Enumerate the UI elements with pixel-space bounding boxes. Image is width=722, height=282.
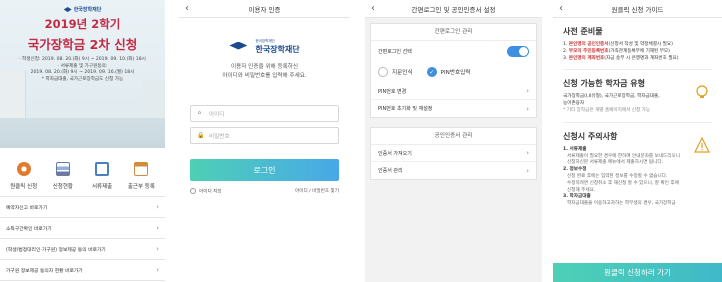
card-title: 공인인증서 관리 bbox=[371, 128, 536, 145]
quick-menu: 원클릭 신청 신청현황 서류제출 출근부 등록 bbox=[0, 148, 165, 197]
list-item[interactable]: 예약자신고 바로가기 › bbox=[0, 197, 165, 218]
card-title: 간편로그인 관리 bbox=[371, 24, 536, 41]
calendar-icon bbox=[134, 162, 149, 176]
warning-icon bbox=[694, 136, 710, 153]
banner-info-line: 2019. 08. 20.(화) 9시 ~ 2019. 09. 16.(월) 1… bbox=[30, 70, 135, 76]
pin-change-row[interactable]: PIN번호 변경 › bbox=[371, 83, 536, 100]
foundation-logo: 한국장학재단 한국장학재단 bbox=[190, 36, 339, 55]
id-placeholder: 아이디 bbox=[209, 111, 225, 118]
prerequisite-item: 1. 본인명의 공인인증서(신청서 작성 및 약정체결시 필요) bbox=[563, 42, 673, 47]
list-item[interactable]: 소득구간확인 바로가기 › bbox=[0, 218, 165, 239]
oneclick-apply-button[interactable]: 원클릭 신청하러 가기 bbox=[553, 263, 722, 282]
section-title: 사전 준비물 bbox=[563, 27, 603, 36]
foundation-logo: 한국장학재단 bbox=[0, 0, 165, 13]
graduation-cap-icon bbox=[229, 41, 248, 50]
page-title: 원클릭 신청 가이드 bbox=[611, 5, 664, 14]
list-item[interactable]: 가구원 정보제공 동의자 현황 바로가기 › bbox=[0, 260, 165, 281]
login-screen: ‹ 이용자 인증 한국장학재단 한국장학재단 이용자 인증을 위해 등록하신 아… bbox=[179, 0, 350, 282]
document-icon bbox=[95, 162, 110, 176]
ground-illustration bbox=[0, 118, 165, 148]
chevron-right-icon: › bbox=[156, 224, 159, 232]
cert-manage-row[interactable]: 인증서 관리 › bbox=[371, 162, 536, 179]
chevron-right-icon: › bbox=[156, 266, 159, 274]
simple-login-card: 간편로그인 관리 간편로그인 선택 지문인식 ✓ PIN번호입력 PIN번호 변경… bbox=[370, 23, 537, 118]
list-item[interactable]: (학생/법정대리인·가구원) 정보제공 동의 바로가기 › bbox=[0, 239, 165, 260]
password-placeholder: 비밀번호 bbox=[209, 133, 230, 140]
header: ‹ 원클릭 신청 가이드 bbox=[553, 0, 722, 18]
simple-login-select-label: 간편로그인 선택 bbox=[378, 48, 412, 55]
banner-info: · 학생신청: 2019. 08. 20.(화) 9시 ~ 2019. 09. … bbox=[0, 57, 165, 83]
chevron-right-icon: › bbox=[526, 104, 529, 113]
save-id-checkbox[interactable]: 아이디 저장 bbox=[190, 188, 222, 195]
simple-login-toggle[interactable] bbox=[507, 45, 529, 57]
password-field[interactable]: 🔒 비밀번호 bbox=[190, 127, 339, 144]
scholarship-types-section: 신청 가능한 학자금 유형 국가장학금(I,II유형), 국가근로장학금, 학자… bbox=[563, 70, 712, 123]
shortcut-list: 예약자신고 바로가기 › 소득구간확인 바로가기 › (학생/법정대리인·가구원) … bbox=[0, 197, 165, 281]
prerequisites-section: 사전 준비물 1. 본인명의 공인인증서(신청서 작성 및 약정체결시 필요) … bbox=[563, 18, 712, 71]
chevron-right-icon: › bbox=[526, 166, 529, 175]
prerequisite-item: 2. 부모의 주민등록번호(가족관계등록부에 기재된 부모) bbox=[563, 48, 670, 54]
option-pin[interactable]: ✓ PIN번호입력 bbox=[426, 67, 470, 77]
radio-off-icon bbox=[378, 67, 388, 77]
gear-icon bbox=[16, 162, 31, 176]
back-arrow-icon[interactable]: ‹ bbox=[559, 2, 563, 16]
cert-import-row[interactable]: 인증서 가져오기 › bbox=[371, 145, 536, 162]
chevron-right-icon: › bbox=[526, 149, 529, 157]
chart-icon bbox=[55, 162, 70, 176]
id-field[interactable]: ⚪ 아이디 bbox=[190, 105, 339, 122]
login-description: 이용자 인증을 위해 등록하신 아이디와 비밀번호를 입력해 주세요. bbox=[222, 64, 307, 79]
back-arrow-icon[interactable]: ‹ bbox=[371, 2, 375, 16]
lock-icon: 🔒 bbox=[197, 132, 205, 139]
pin-reset-row[interactable]: PIN번호 초기화 및 재설정 › bbox=[371, 100, 536, 117]
find-account-link[interactable]: 아이디 / 비밀번호 찾기 bbox=[295, 188, 339, 194]
chevron-right-icon: › bbox=[526, 87, 529, 95]
quick-oneclick-apply[interactable]: 원클릭 신청 bbox=[6, 162, 42, 190]
page-title: 간편로그인 및 공인인증서 설정 bbox=[411, 5, 496, 14]
settings-screen: ‹ 간편로그인 및 공인인증서 설정 간편로그인 관리 간편로그인 선택 지문인… bbox=[365, 0, 542, 282]
quick-status[interactable]: 신청현황 bbox=[45, 162, 81, 190]
option-fingerprint[interactable]: 지문인식 bbox=[378, 67, 413, 77]
section-title: 신청시 주의사항 bbox=[563, 131, 618, 141]
cautions-section: 신청시 주의사항 1. 서류제출 서류제출이 필요한 경우에 한하여 안내문자를… bbox=[563, 123, 712, 215]
chevron-right-icon: › bbox=[156, 245, 159, 253]
banner-info-line: * 학자금대출, 국가근로장학금도 신청 가능 bbox=[41, 76, 124, 82]
chevron-right-icon: › bbox=[156, 203, 159, 211]
section-title: 신청 가능한 학자금 유형 bbox=[563, 79, 645, 89]
login-button[interactable]: 로그인 bbox=[190, 159, 339, 181]
certificate-card: 공인인증서 관리 인증서 가져오기 › 인증서 관리 › bbox=[370, 127, 537, 180]
main-screen: 한국장학재단 2019년 2학기 국가장학금 2차 신청 · 학생신청: 201… bbox=[0, 0, 165, 282]
back-arrow-icon[interactable]: ‹ bbox=[185, 2, 189, 16]
user-icon: ⚪ bbox=[197, 110, 203, 117]
guide-screen: ‹ 원클릭 신청 가이드 사전 준비물 1. 본인명의 공인인증서(신청서 작성… bbox=[553, 0, 722, 282]
checkbox-icon bbox=[190, 188, 196, 194]
quick-attendance[interactable]: 출근부 등록 bbox=[123, 162, 159, 190]
radio-checked-icon: ✓ bbox=[426, 67, 437, 77]
page-title: 이용자 인증 bbox=[248, 5, 281, 14]
header: ‹ 간편로그인 및 공인인증서 설정 bbox=[365, 0, 542, 18]
lightbulb-icon bbox=[696, 85, 708, 99]
banner-title-semester: 2019년 2학기 bbox=[44, 17, 121, 31]
prerequisite-item: 3. 본인명의 계좌번호(자금 송부 시 은행명과 계좌번호 필요) bbox=[563, 55, 679, 61]
banner-info-line: · 학생신청: 2019. 08. 20.(화) 9시 ~ 2019. 09. … bbox=[19, 57, 146, 62]
promo-banner[interactable]: 한국장학재단 2019년 2학기 국가장학금 2차 신청 · 학생신청: 201… bbox=[0, 0, 165, 148]
header: ‹ 이용자 인증 bbox=[179, 0, 350, 18]
banner-title-main: 국가장학금 2차 신청 bbox=[27, 37, 138, 52]
quick-document-submit[interactable]: 서류제출 bbox=[84, 162, 120, 190]
